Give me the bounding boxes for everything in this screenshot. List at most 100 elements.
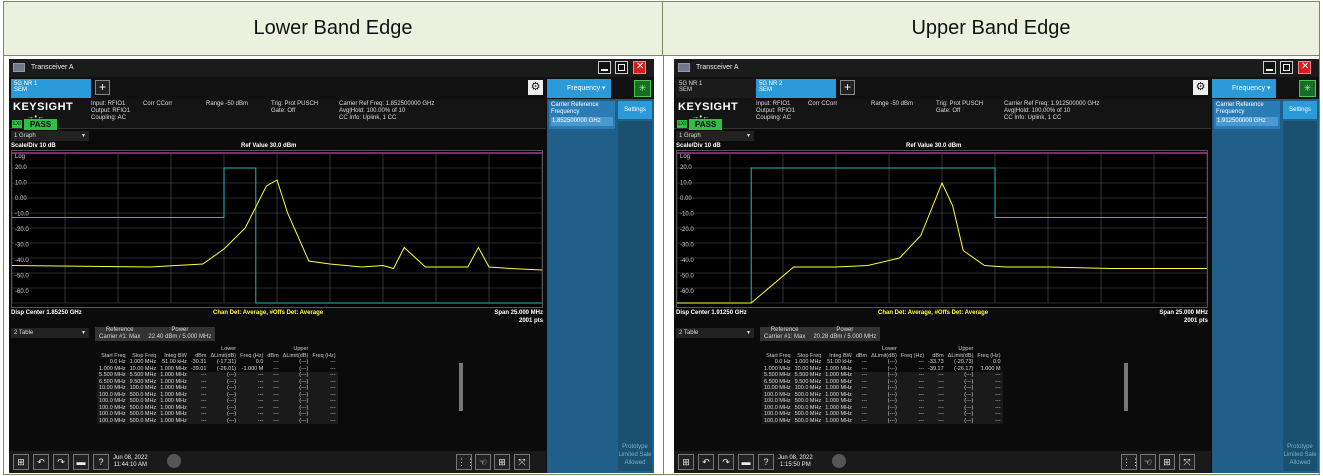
carrier-ref-freq-softkey[interactable]: Carrier Reference Frequency 1.912500000 G…: [1214, 101, 1280, 129]
dropdown-icon: ▾: [81, 330, 85, 336]
graph-select[interactable]: 1 Graph ▾: [676, 131, 754, 141]
display-center[interactable]: Disp Center 1.85250 GHz: [11, 310, 82, 316]
file-icon[interactable]: ▬: [738, 454, 754, 470]
undo-icon[interactable]: ↶: [33, 454, 49, 470]
table-cell: 500.0 MHz: [792, 398, 824, 405]
column-divider: [663, 56, 664, 474]
keypad-icon[interactable]: ⋮⋮: [456, 454, 475, 470]
range-info[interactable]: Range -50 dBm: [871, 101, 913, 108]
table-row[interactable]: 100.0 MHz 500.0 MHz 1.000 MHz --- (---) --- --…: [762, 417, 1003, 424]
ref-header: Reference: [760, 327, 810, 334]
redo-icon[interactable]: ↷: [53, 454, 69, 470]
table-select[interactable]: 2 Table ▾: [676, 328, 754, 338]
gear-icon[interactable]: ⚙: [528, 80, 543, 95]
fullscreen-icon[interactable]: ⤧: [514, 454, 530, 470]
maximize-icon[interactable]: [615, 61, 628, 74]
undo-icon[interactable]: ↶: [698, 454, 714, 470]
touch-icon[interactable]: ☜: [1140, 454, 1156, 470]
settings-tab[interactable]: Settings: [1283, 101, 1317, 119]
trigger-info[interactable]: Trig: Prot PUSCH Gate: Off: [936, 101, 983, 115]
magnifier-icon[interactable]: [167, 454, 181, 468]
table-cell: 1.000 MHz: [158, 372, 189, 379]
magnifier-icon[interactable]: [832, 454, 846, 468]
analyzer-screen-upper: Transceiver A 5G NR 1 SEM5G NR 2 SEM + ⚙…: [674, 59, 1319, 473]
y-tick-label: -50.0: [680, 274, 694, 280]
display-center[interactable]: Disp Center 1.91250 GHz: [676, 310, 747, 316]
ref-value[interactable]: Ref Value 30.0 dBm: [241, 143, 296, 149]
tab-5g-nr-1[interactable]: 5G NR 1 SEM: [11, 79, 91, 98]
frequency-menu-button[interactable]: Frequency ▾: [1212, 79, 1276, 98]
frequency-menu-button[interactable]: Frequency ▾: [547, 79, 611, 98]
y-tick-label: 10.0: [15, 181, 27, 187]
spectrum-plot[interactable]: Log 20.0 10.0 0.00 -10.0 -20.0 -30.0 -40.0 -50.…: [676, 150, 1208, 308]
settings-tab[interactable]: Settings: [618, 101, 652, 119]
input-info[interactable]: Input: RFIO1 Output: RFIO1 Coupling: AC: [91, 101, 130, 122]
grid-icon[interactable]: ⊞: [494, 454, 510, 470]
grid-icon[interactable]: ⊞: [1159, 454, 1175, 470]
y-tick-label: -40.0: [15, 258, 29, 264]
table-scrollbar[interactable]: [459, 363, 463, 411]
table-cell: ---: [265, 417, 281, 424]
table-cell: (---): [208, 417, 239, 424]
table-cell: ---: [188, 417, 209, 424]
graph-select[interactable]: 1 Graph ▾: [11, 131, 89, 141]
keysight-logo: KEYSIGHT →•←: [13, 101, 73, 121]
tab-5g-nr-1[interactable]: 5G NR 1 SEM: [676, 79, 756, 98]
gear-icon[interactable]: ⚙: [1193, 80, 1208, 95]
minimize-icon[interactable]: [598, 61, 611, 74]
span[interactable]: Span 25.000 MHz: [1159, 310, 1208, 316]
windows-icon[interactable]: ⊞: [13, 454, 29, 470]
minimize-icon[interactable]: [1263, 61, 1276, 74]
maximize-icon[interactable]: [1280, 61, 1293, 74]
ref-power: 20.28 dBm / 5.000 MHz: [809, 334, 881, 341]
span[interactable]: Span 25.000 MHz: [494, 310, 543, 316]
table-cell: 1.000 MHz: [158, 411, 189, 418]
table-cell: 100.0 MHz: [97, 398, 128, 405]
trigger-info[interactable]: Trig: Prot PUSCH Gate: Off: [271, 101, 318, 115]
scale-div: Scale/Div 10 dB: [676, 143, 721, 149]
plot-footer: Disp Center 1.91250 GHz Chan Det: Averag…: [676, 309, 1208, 331]
help-icon[interactable]: ?: [758, 454, 774, 470]
spectrum-plot[interactable]: Log 20.0 10.0 0.00 -10.0 -20.0 -30.0 -40.0 -50.…: [11, 150, 543, 308]
ref-carrier: Carrier #1: Max: [95, 334, 145, 341]
table-cell: 100.0 MHz: [762, 417, 793, 424]
reference-table: Reference Power Carrier #1: Max 20.28 dBm …: [760, 327, 881, 341]
table-cell: 100.0 MHz: [762, 398, 793, 405]
table-cell: 5.500 MHz: [762, 372, 793, 379]
analyzer-screen-lower: Transceiver A 5G NR 1 SEM + ⚙ Frequency …: [9, 59, 654, 473]
table-row[interactable]: 0.0 Hz 1.000 MHz 51.00 kHz -30.31 (-17.31) 0.…: [97, 359, 338, 366]
help-icon[interactable]: ?: [93, 454, 109, 470]
table-cell: 5.500 MHz: [97, 372, 128, 379]
table-cell: ---: [238, 417, 266, 424]
add-tab-button[interactable]: +: [95, 80, 110, 95]
table-cell: 1.000 MHz: [823, 411, 854, 418]
keypad-icon[interactable]: ⋮⋮: [1121, 454, 1140, 470]
table-row[interactable]: 100.0 MHz 500.0 MHz 1.000 MHz --- (---) --- --…: [97, 417, 338, 424]
fullscreen-icon[interactable]: ⤧: [1179, 454, 1195, 470]
carrier-ref-freq-softkey[interactable]: Carrier Reference Frequency 1.852500000 G…: [549, 101, 615, 129]
touch-icon[interactable]: ☜: [475, 454, 491, 470]
spectrum-svg: Log 20.010.00.00-10.0-20.0-30.0-40.0-50.…: [12, 152, 542, 304]
redo-icon[interactable]: ↷: [718, 454, 734, 470]
table-cell: 1.000 MHz: [158, 417, 189, 424]
busy-indicator-icon: ✳: [634, 80, 651, 97]
windows-icon[interactable]: ⊞: [678, 454, 694, 470]
input-info[interactable]: Input: RFIO1 Output: RFIO1 Coupling: AC: [756, 101, 795, 122]
correction-info[interactable]: Corr CCorr: [143, 101, 172, 108]
file-icon[interactable]: ▬: [73, 454, 89, 470]
carrier-info[interactable]: Carrier Ref Freq: 1.852500000 GHz Avg|Ho…: [339, 101, 434, 122]
range-info[interactable]: Range -50 dBm: [206, 101, 248, 108]
tab-5g-nr-2[interactable]: 5G NR 2 SEM: [756, 79, 836, 98]
date: Jun 08, 2022: [113, 455, 148, 461]
carrier-info[interactable]: Carrier Ref Freq: 1.912500000 GHz Avg|Ho…: [1004, 101, 1099, 122]
ref-value[interactable]: Ref Value 30.0 dBm: [906, 143, 961, 149]
add-tab-button[interactable]: +: [840, 80, 855, 95]
header-lower-band-edge: Lower Band Edge: [4, 2, 663, 56]
table-scrollbar[interactable]: [1124, 363, 1128, 411]
close-icon[interactable]: [633, 61, 646, 74]
correction-info[interactable]: Corr CCorr: [808, 101, 837, 108]
table-cell: (---): [945, 417, 976, 424]
close-icon[interactable]: [1298, 61, 1311, 74]
header-upper-band-edge: Upper Band Edge: [663, 2, 1319, 56]
table-select[interactable]: 2 Table ▾: [11, 328, 89, 338]
